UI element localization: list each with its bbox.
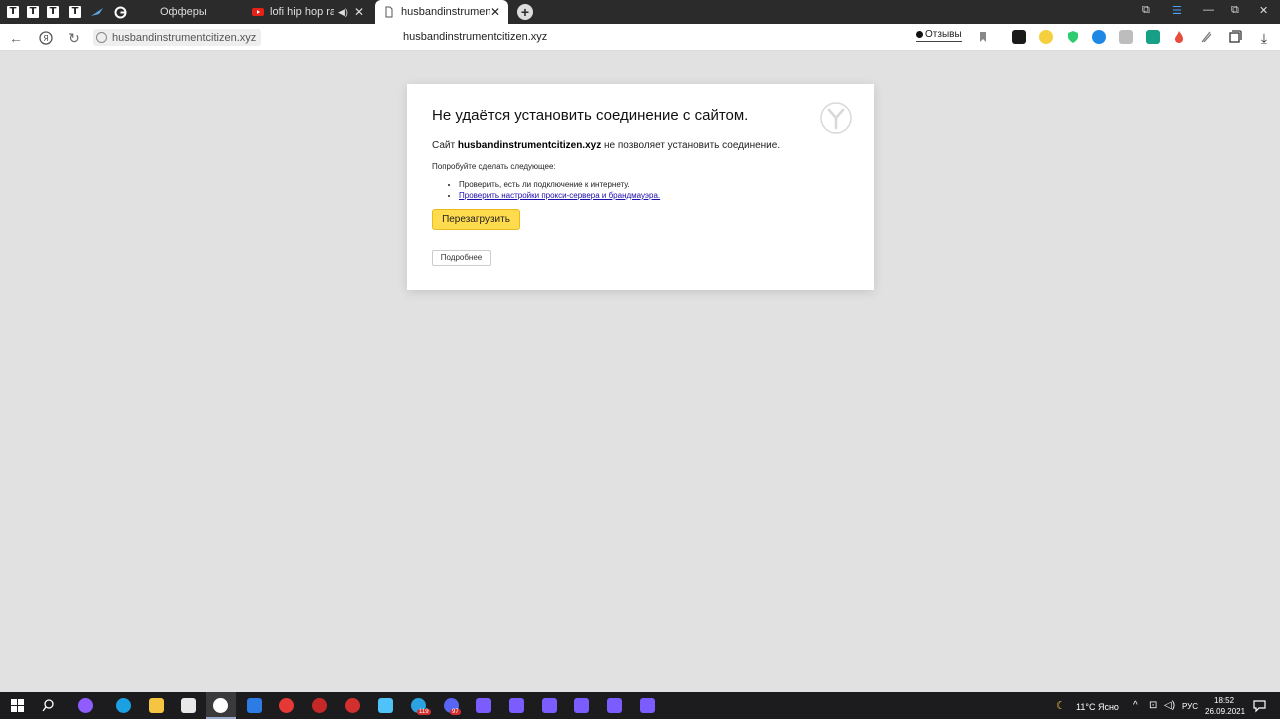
close-tab-icon[interactable]: ✕ bbox=[490, 5, 500, 19]
app-d-2-icon[interactable] bbox=[509, 698, 524, 713]
chevron-up-icon[interactable]: ^ bbox=[1133, 700, 1138, 711]
audio-playing-icon[interactable]: ◀) bbox=[338, 7, 348, 18]
taskbar: 119 97 ☾ 11°C Ясно ^ ⊡ ◁) РУС 18:52 26.0… bbox=[0, 692, 1280, 719]
alice-icon[interactable] bbox=[78, 698, 93, 713]
app-icon[interactable] bbox=[378, 698, 393, 713]
extension-5-icon[interactable] bbox=[1119, 30, 1133, 44]
page-title: husbandinstrumentcitizen.xyz bbox=[403, 31, 548, 43]
bookmark-icon[interactable] bbox=[976, 30, 990, 44]
collections-icon[interactable] bbox=[1228, 30, 1242, 44]
weather-text[interactable]: 11°C Ясно bbox=[1076, 702, 1119, 712]
suggestion-list: Проверить, есть ли подключение к интерне… bbox=[459, 180, 660, 202]
telegram-badge: 119 bbox=[417, 709, 431, 715]
url-text: husbandinstrumentcitizen.xyz bbox=[112, 31, 257, 44]
tab-label: husbandinstrumentcitiz bbox=[401, 6, 490, 18]
minimize-icon[interactable]: — bbox=[1203, 4, 1214, 16]
notifications-icon[interactable] bbox=[1252, 698, 1267, 713]
tab-strip: T T T T Офферы lofi hip hop radio - b ◀)… bbox=[0, 0, 1280, 24]
reload-icon[interactable]: ↻ bbox=[66, 30, 82, 46]
url-field[interactable]: husbandinstrumentcitizen.xyz bbox=[93, 29, 262, 46]
player-icon[interactable] bbox=[312, 698, 327, 713]
tabs-overview-icon[interactable]: ⧉ bbox=[1142, 4, 1150, 17]
file-explorer-icon[interactable] bbox=[149, 698, 164, 713]
message-suffix: не позволяет установить соединение. bbox=[603, 140, 781, 151]
store-icon[interactable] bbox=[181, 698, 196, 713]
suggestion-item: Проверить настройки прокси-сервера и бра… bbox=[459, 191, 660, 200]
speech-bubble-icon bbox=[916, 31, 923, 38]
details-button[interactable]: Подробнее bbox=[432, 250, 491, 266]
pinned-tab-3[interactable]: T bbox=[44, 3, 62, 21]
feather-icon bbox=[91, 8, 103, 16]
pinned-tab-label: T bbox=[69, 6, 81, 18]
flame-icon[interactable] bbox=[1172, 30, 1186, 44]
extension-1-icon[interactable] bbox=[1012, 30, 1026, 44]
pinned-tab-label: T bbox=[7, 6, 19, 18]
app-d-5-icon[interactable] bbox=[607, 698, 622, 713]
reload-button[interactable]: Перезагрузить bbox=[432, 209, 520, 230]
yandex-icon[interactable]: Я bbox=[38, 30, 54, 46]
app-d-6-icon[interactable] bbox=[640, 698, 655, 713]
globe-icon bbox=[96, 32, 107, 43]
clock-time[interactable]: 18:52 bbox=[1214, 696, 1234, 705]
pinned-tab-2[interactable]: T bbox=[24, 3, 42, 21]
address-bar: ← Я ↻ husbandinstrumentcitizen.xyz husba… bbox=[0, 24, 1280, 51]
yandex-icon[interactable] bbox=[279, 698, 294, 713]
windows-start-icon[interactable] bbox=[10, 698, 25, 713]
back-arrow-icon[interactable]: ← bbox=[8, 30, 24, 46]
error-host: husbandinstrumentcitizen.xyz bbox=[457, 140, 602, 151]
app-d-1-icon[interactable] bbox=[476, 698, 491, 713]
download-icon[interactable]: ⤓ bbox=[1256, 30, 1272, 46]
page-icon bbox=[385, 6, 393, 18]
tweezers-icon[interactable] bbox=[1199, 30, 1213, 44]
extension-6-icon[interactable] bbox=[1146, 30, 1160, 44]
youtube-icon bbox=[252, 8, 264, 16]
svg-text:Я: Я bbox=[43, 34, 49, 43]
google-icon bbox=[114, 6, 126, 18]
tab-label: Офферы bbox=[160, 6, 207, 18]
pinned-tab-4[interactable]: T bbox=[66, 3, 84, 21]
discord-badge: 97 bbox=[450, 709, 461, 715]
yandex-browser-logo-icon bbox=[820, 102, 852, 134]
reviews-button[interactable]: Отзывы bbox=[916, 29, 962, 42]
pinned-tab-1[interactable]: T bbox=[4, 3, 22, 21]
tab-offers[interactable]: Офферы bbox=[134, 1, 242, 23]
language-indicator[interactable]: РУС bbox=[1182, 702, 1198, 711]
reviews-label: Отзывы bbox=[925, 29, 962, 40]
message-prefix: Сайт bbox=[432, 140, 456, 151]
opera-icon[interactable] bbox=[345, 698, 360, 713]
suggestion-item: Проверить, есть ли подключение к интерне… bbox=[459, 180, 660, 189]
tab-lofi[interactable]: lofi hip hop radio - b ◀) ✕ bbox=[244, 1, 372, 23]
edge-icon[interactable] bbox=[116, 698, 131, 713]
restore-icon[interactable]: ⧉ bbox=[1231, 4, 1239, 17]
mail-icon[interactable] bbox=[247, 698, 262, 713]
shield-icon[interactable] bbox=[1066, 30, 1080, 44]
close-tab-icon[interactable]: ✕ bbox=[354, 5, 364, 19]
app-d-3-icon[interactable] bbox=[542, 698, 557, 713]
app-d-4-icon[interactable] bbox=[574, 698, 589, 713]
error-title: Не удаётся установить соединение с сайто… bbox=[432, 107, 749, 124]
error-message: Сайт husbandinstrumentcitizen.xyz не поз… bbox=[432, 140, 780, 151]
search-icon[interactable] bbox=[41, 698, 56, 713]
new-tab-button[interactable]: + bbox=[517, 4, 533, 20]
extension-4-icon[interactable] bbox=[1092, 30, 1106, 44]
proxy-settings-link[interactable]: Проверить настройки прокси-сервера и бра… bbox=[459, 191, 660, 200]
pinned-tab-5[interactable] bbox=[88, 3, 106, 21]
tab-current[interactable]: husbandinstrumentcitiz ✕ bbox=[375, 0, 508, 24]
error-card: Не удаётся установить соединение с сайто… bbox=[407, 84, 874, 290]
blank-favicon-icon bbox=[142, 6, 154, 18]
yandex-browser-icon[interactable] bbox=[213, 698, 228, 713]
extension-2-icon[interactable] bbox=[1039, 30, 1053, 44]
tab-label: lofi hip hop radio - b bbox=[270, 6, 335, 18]
hamburger-menu-icon[interactable]: ☰ bbox=[1172, 4, 1182, 17]
pinned-tab-label: T bbox=[47, 6, 59, 18]
pinned-tab-label: T bbox=[27, 6, 39, 18]
pinned-tab-google[interactable] bbox=[111, 3, 129, 21]
clock-date[interactable]: 26.09.2021 bbox=[1205, 707, 1245, 716]
close-window-icon[interactable]: ✕ bbox=[1259, 4, 1268, 17]
try-label: Попробуйте сделать следующее: bbox=[432, 162, 556, 171]
volume-icon[interactable]: ◁) bbox=[1164, 700, 1175, 711]
moon-icon: ☾ bbox=[1056, 700, 1066, 712]
network-icon[interactable]: ⊡ bbox=[1149, 700, 1157, 711]
